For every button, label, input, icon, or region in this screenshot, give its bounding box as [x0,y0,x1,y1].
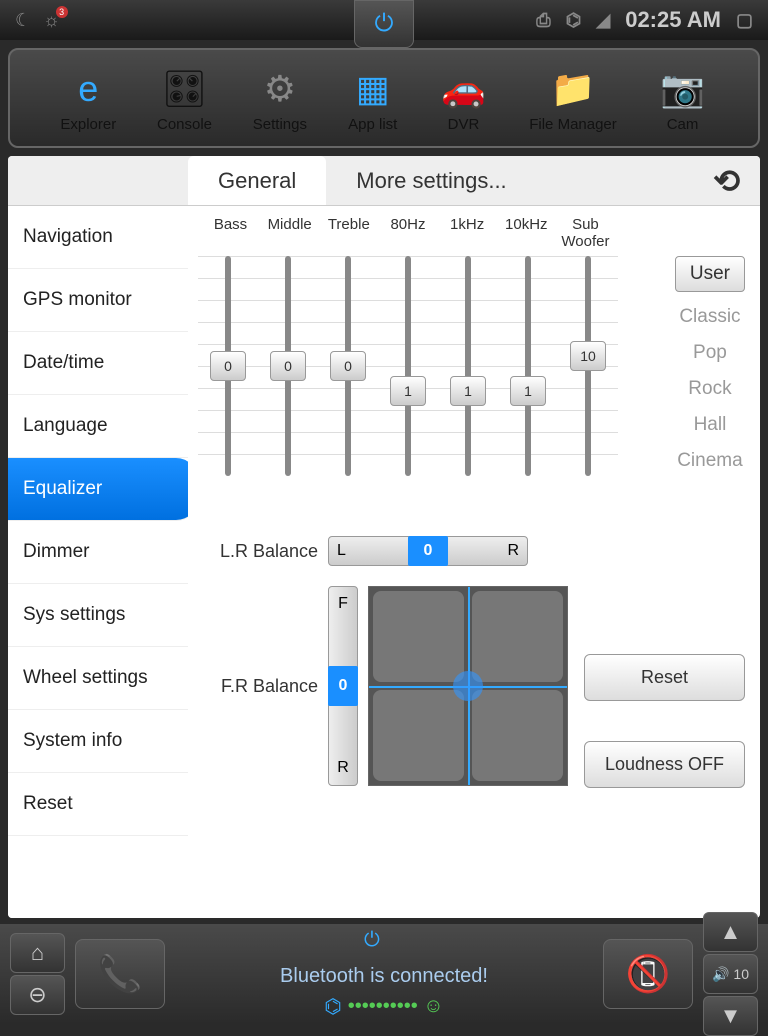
phone-hangup-button[interactable]: 📵 [603,939,693,1009]
app-explorer[interactable]: eExplorer [60,64,116,133]
sidebar-system-info[interactable]: System info [8,710,188,773]
eq-sliders: 0 0 0 1 1 1 10 [198,256,618,476]
fr-balance-slider[interactable]: F 0 R [328,586,358,786]
sidebar-navigation[interactable]: Navigation [8,206,188,269]
back-nav-button[interactable]: ⊖ [10,975,65,1015]
eq-slider-treble[interactable]: 0 [328,256,368,476]
lr-balance-slider[interactable]: L 0 R [328,536,528,566]
power-button-top[interactable]: ⏻ [354,0,414,48]
volume-display[interactable]: 🔊 10 [703,954,758,994]
wifi-icon: ◢ [596,10,610,31]
app-list[interactable]: ▦App list [348,64,398,133]
app-cam[interactable]: 📷Cam [658,64,708,133]
tab-row: General More settings... ⟲ [8,156,760,206]
settings-sidebar: Navigation GPS monitor Date/time Languag… [8,206,188,918]
eq-band-labels: BassMiddleTreble80Hz1kHz10kHzSub Woofer [198,216,618,250]
back-button[interactable]: ⟲ [713,162,740,200]
sidebar-gps-monitor[interactable]: GPS monitor [8,269,188,332]
vol-down-button[interactable]: ▼ [703,996,758,1036]
app-dvr[interactable]: 🚗DVR [438,64,488,133]
lr-balance-label: L.R Balance [198,541,318,562]
sidebar-reset[interactable]: Reset [8,773,188,836]
eq-slider-middle[interactable]: 0 [268,256,308,476]
preset-pop[interactable]: Pop [693,342,727,364]
sidebar-equalizer[interactable]: Equalizer [8,458,188,521]
eq-slider-bass[interactable]: 0 [208,256,248,476]
bluetooth-icon: ⌬ [566,10,582,31]
app-dock: eExplorer 🎛Console ⚙Settings ▦App list 🚗… [8,48,760,148]
vol-up-button[interactable]: ▲ [703,912,758,952]
clock: 02:25 AM [625,7,721,33]
fr-balance-label: F.R Balance [198,676,318,697]
preset-rock[interactable]: Rock [688,378,731,400]
battery-icon: ▢ [736,10,753,31]
sidebar-wheel-settings[interactable]: Wheel settings [8,647,188,710]
main-panel: General More settings... ⟲ Navigation GP… [8,156,760,918]
tab-general[interactable]: General [188,156,326,205]
loudness-button[interactable]: Loudness OFF [584,741,745,788]
moon-icon: ☾ [15,10,31,31]
eq-slider-subwoofer[interactable]: 10 [568,256,608,476]
app-settings[interactable]: ⚙Settings [253,64,307,133]
status-bar: ☾ ☼3 ⏻ ⎙ ⌬ ◢ 02:25 AM ▢ [0,0,768,40]
usb-icon: ⎙ [536,10,550,31]
sidebar-dimmer[interactable]: Dimmer [8,521,188,584]
power-icon[interactable]: ⏻ [364,929,404,959]
preset-user[interactable]: User [675,256,745,292]
eq-presets: User Classic Pop Rock Hall Cinema [675,256,745,472]
reset-button[interactable]: Reset [584,654,745,701]
sidebar-datetime[interactable]: Date/time [8,332,188,395]
app-filemanager[interactable]: 📁File Manager [529,64,617,133]
home-button[interactable]: ⌂ [10,933,65,973]
equalizer-panel: BassMiddleTreble80Hz1kHz10kHzSub Woofer … [188,206,760,918]
bluetooth-indicator: ⌬ •••••••••• ☺ [324,994,443,1019]
eq-slider-10khz[interactable]: 1 [508,256,548,476]
sidebar-sys-settings[interactable]: Sys settings [8,584,188,647]
phone-answer-button[interactable]: 📞 [75,939,165,1009]
balance-seat-grid[interactable] [368,586,568,786]
eq-slider-80hz[interactable]: 1 [388,256,428,476]
preset-classic[interactable]: Classic [679,306,740,328]
brightness-icon: ☼3 [43,10,60,31]
preset-hall[interactable]: Hall [694,414,727,436]
eq-slider-1khz[interactable]: 1 [448,256,488,476]
bluetooth-status-text: Bluetooth is connected! [280,965,488,988]
app-console[interactable]: 🎛Console [157,64,212,133]
bottom-bar: ⌂ ⊖ 📞 ⏻ Bluetooth is connected! ⌬ ••••••… [0,924,768,1024]
preset-cinema[interactable]: Cinema [677,450,742,472]
tab-more-settings[interactable]: More settings... [326,156,536,205]
sidebar-language[interactable]: Language [8,395,188,458]
